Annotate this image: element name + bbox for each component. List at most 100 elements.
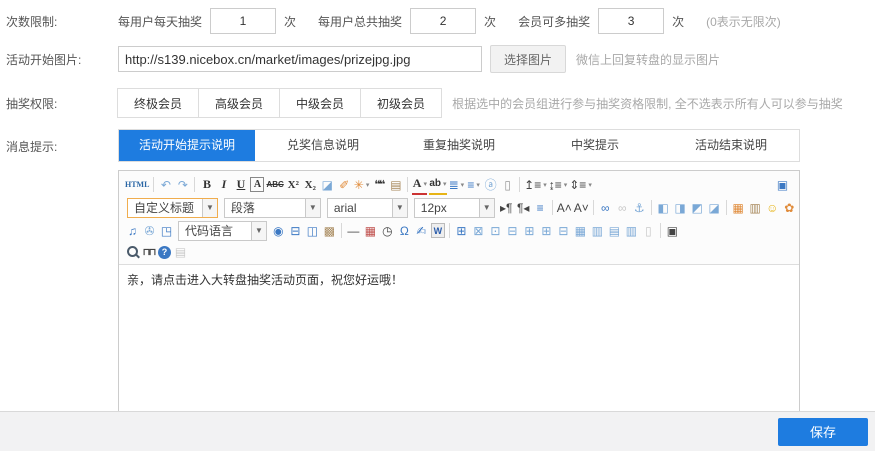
paragraph-select[interactable]: 段落▼ (224, 198, 321, 218)
anchor-a-icon[interactable]: ⓐ (483, 175, 498, 194)
img-align-left-icon[interactable]: ◧ (656, 198, 671, 217)
preview-zoom-icon[interactable] (125, 243, 139, 262)
save-button[interactable]: 保存 (778, 418, 868, 446)
cell-props-icon[interactable]: ⊟ (505, 221, 520, 240)
attachment-icon[interactable]: ✇ (142, 221, 157, 240)
member-group-junior-button[interactable]: 初级会员 (360, 88, 442, 118)
img-align-right-icon[interactable]: ◩ (690, 198, 705, 217)
tab-win-prompt[interactable]: 中奖提示 (527, 130, 663, 161)
code-icon[interactable]: ◉ (271, 221, 286, 240)
align-top-icon[interactable]: ↥≡ (524, 175, 547, 194)
superscript-icon[interactable]: X² (286, 175, 301, 194)
format-brush-icon[interactable]: ✐ (337, 175, 352, 194)
redo-icon[interactable]: ↷ (175, 175, 190, 194)
tab-activity-end-note[interactable]: 活动结束说明 (663, 130, 799, 161)
delete-table-icon[interactable]: ⊠ (471, 221, 486, 240)
img-align-center-icon[interactable]: ◨ (673, 198, 688, 217)
insert-table-icon[interactable]: ⊞ (454, 221, 469, 240)
music-icon[interactable]: ♫ (125, 221, 140, 240)
find-replace-icon[interactable]: ⊓⊓ (141, 243, 156, 262)
chevron-down-icon: ▼ (392, 199, 407, 217)
ltr-icon[interactable]: ▸¶ (499, 198, 514, 217)
member-group-ultimate-button[interactable]: 终极会员 (117, 88, 199, 118)
toolbar-separator (449, 223, 450, 238)
unordered-list-icon[interactable]: ≡ (466, 175, 481, 194)
undo-icon[interactable]: ↶ (158, 175, 173, 194)
anchor-icon[interactable]: ⚓ (632, 198, 647, 217)
italic-icon[interactable]: I (216, 175, 231, 194)
hr-icon[interactable]: — (346, 221, 361, 240)
toolbar-separator (552, 200, 553, 215)
split-cells-icon[interactable]: ▥ (590, 221, 605, 240)
font-size-down-icon[interactable]: A˅ (574, 198, 589, 217)
font-size-select[interactable]: 12px▼ (414, 198, 495, 218)
table-props-icon[interactable]: ⊡ (488, 221, 503, 240)
unlink-icon[interactable]: ∞ (615, 198, 630, 217)
columns-icon[interactable]: ◫ (305, 221, 320, 240)
toolbar-row-1: HTML↶↷BIUAABCX²X₂◪✐✳❝❝▤Aab≣≡ⓐ▯↥≡↨≡⇕≡▣ (122, 173, 796, 196)
pagebreak-icon[interactable]: ⊟ (288, 221, 303, 240)
editor-content-area[interactable]: 亲，请点击进入大转盘抽奖活动页面，祝您好运哦！ (119, 265, 799, 413)
col-props-icon[interactable]: ▥ (624, 221, 639, 240)
tab-redeem-info[interactable]: 兑奖信息说明 (255, 130, 391, 161)
permission-row: 抽奖权限: 终极会员 高级会员 中级会员 初级会员 根据选中的会员组进行参与抽奖… (0, 87, 875, 119)
bold-icon[interactable]: B (199, 175, 214, 194)
fullscreen-icon[interactable]: ▣ (775, 175, 790, 194)
font-family-select[interactable]: arial▼ (327, 198, 408, 218)
rtl-icon[interactable]: ¶◂ (516, 198, 531, 217)
heading-select[interactable]: 自定义标题▼ (127, 198, 218, 218)
special-char-icon[interactable]: Ω (397, 221, 412, 240)
ordered-list-icon[interactable]: ≣ (449, 175, 465, 194)
member-group-middle-button[interactable]: 中级会员 (279, 88, 361, 118)
limit-daily-input[interactable] (210, 8, 276, 34)
blockquote-icon[interactable]: ❝❝ (371, 175, 386, 194)
limit-total-input[interactable] (410, 8, 476, 34)
tab-activity-start-note[interactable]: 活动开始提示说明 (119, 130, 255, 161)
flash-icon[interactable]: ✿ (782, 198, 796, 217)
insert-row-icon[interactable]: ⊞ (522, 221, 537, 240)
message-tab-bar: 活动开始提示说明 兑奖信息说明 重复抽奖说明 中奖提示 活动结束说明 (118, 129, 800, 162)
chevron-down-icon: ▼ (305, 199, 320, 217)
font-color-icon[interactable]: A (412, 174, 427, 195)
strikethrough-icon[interactable]: ABC (266, 175, 283, 194)
clear-doc-icon[interactable]: ▯ (641, 221, 656, 240)
subscript-icon[interactable]: X₂ (303, 175, 318, 194)
image-icon[interactable]: ▦ (731, 198, 746, 217)
delete-row-icon[interactable]: ⊟ (556, 221, 571, 240)
editor-toolbar: HTML↶↷BIUAABCX²X₂◪✐✳❝❝▤Aab≣≡ⓐ▯↥≡↨≡⇕≡▣ 自定… (119, 171, 799, 265)
remove-format-icon[interactable]: ◪ (320, 175, 335, 194)
img-align-block-icon[interactable]: ◪ (707, 198, 722, 217)
limit-member-extra-input[interactable] (598, 8, 664, 34)
print-icon[interactable]: ▣ (665, 221, 680, 240)
insert-doc-icon[interactable]: ◳ (159, 221, 174, 240)
annotation-icon[interactable]: ✍ (414, 221, 429, 240)
html-source-button[interactable]: HTML (125, 175, 149, 194)
font-box-icon[interactable]: A (250, 177, 264, 192)
member-group-senior-button[interactable]: 高级会员 (198, 88, 280, 118)
choose-image-button[interactable]: 选择图片 (490, 45, 566, 73)
merge-cells-icon[interactable]: ▦ (573, 221, 588, 240)
line-height-icon[interactable]: ⇕≡ (569, 175, 592, 194)
insert-col-icon[interactable]: ⊞ (539, 221, 554, 240)
new-doc-icon[interactable]: ▯ (500, 175, 515, 194)
paragraph-indent-icon[interactable]: ≡ (533, 198, 548, 217)
calendar-icon[interactable]: ▦ (363, 221, 378, 240)
start-image-url-input[interactable] (118, 46, 482, 72)
word-doc-icon[interactable]: W (431, 223, 445, 238)
quick-format-icon[interactable]: ✳ (354, 175, 370, 194)
align-middle-icon[interactable]: ↨≡ (549, 175, 568, 194)
underline-icon[interactable]: U (233, 175, 248, 194)
word-paste-icon[interactable]: ▩ (322, 221, 337, 240)
emoticon-icon[interactable]: ☺ (765, 198, 780, 217)
tab-repeat-draw-note[interactable]: 重复抽奖说明 (391, 130, 527, 161)
code-language-select[interactable]: 代码语言▼ (178, 221, 267, 241)
multi-image-icon[interactable]: ▥ (748, 198, 763, 217)
link-icon[interactable]: ∞ (598, 198, 613, 217)
paste-icon[interactable]: ▤ (173, 243, 188, 262)
font-size-up-icon[interactable]: A˄ (557, 198, 572, 217)
help-icon[interactable]: ? (158, 246, 171, 259)
time-icon[interactable]: ◷ (380, 221, 395, 240)
highlight-color-icon[interactable]: ab (429, 174, 446, 195)
paste-template-icon[interactable]: ▤ (388, 175, 403, 194)
row-props-icon[interactable]: ▤ (607, 221, 622, 240)
